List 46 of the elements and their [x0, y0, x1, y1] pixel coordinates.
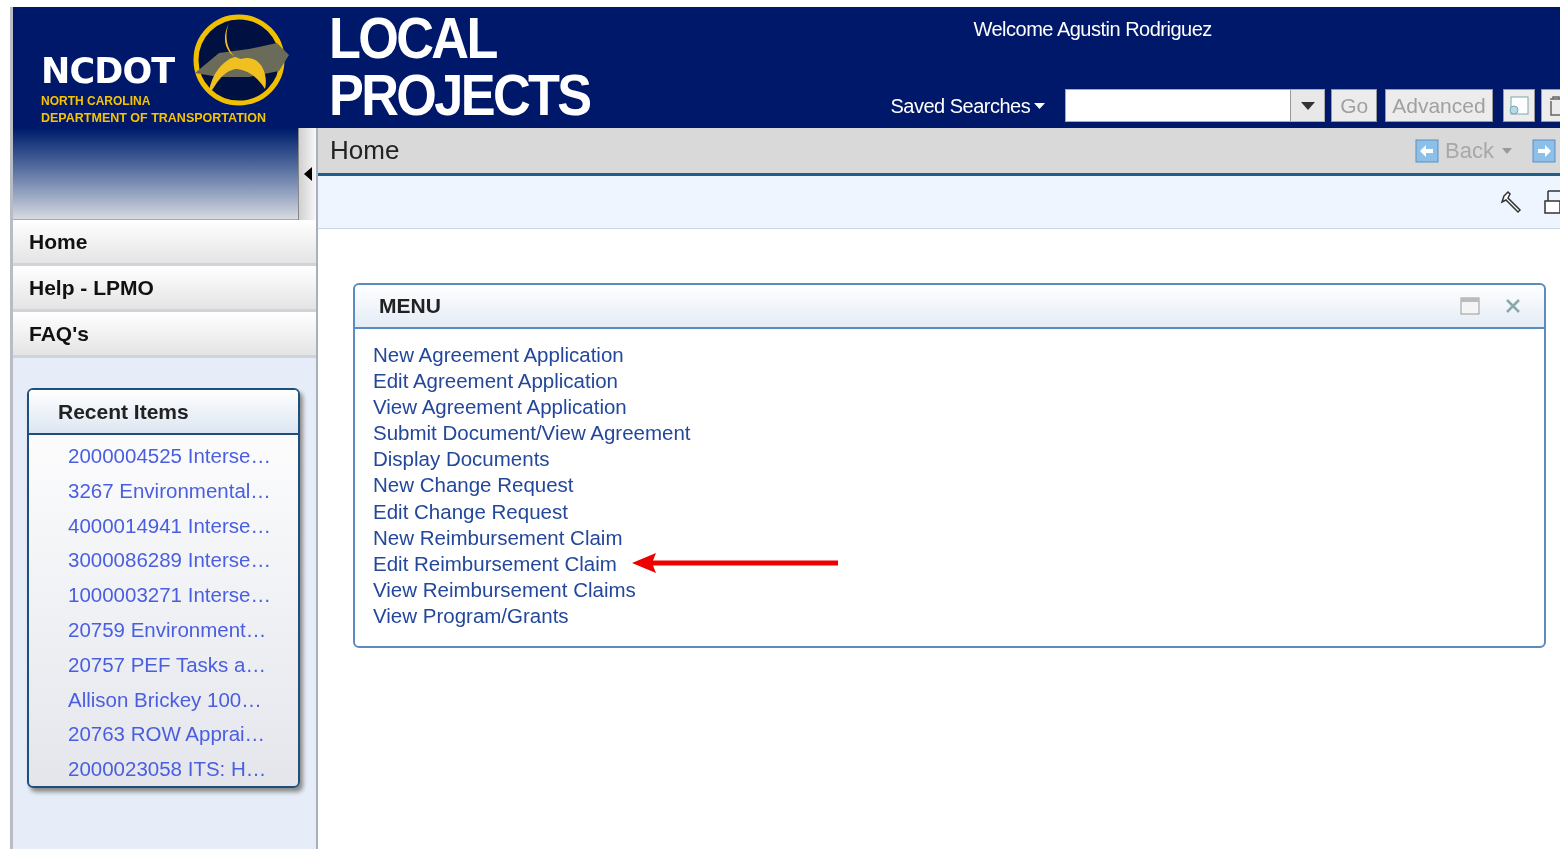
app-title: PROJECTS: [329, 67, 590, 123]
panel-title: Recent Items: [58, 398, 189, 425]
nav-item[interactable]: FAQ's: [13, 312, 316, 358]
recent-item-link[interactable]: 4000014941 Interse…: [68, 508, 271, 544]
recent-item-link[interactable]: 3267 Environmental…: [68, 473, 271, 509]
org-subtitle: NORTH CAROLINA: [41, 95, 151, 107]
menu-link[interactable]: View Agreement Application: [373, 394, 627, 421]
nav-item[interactable]: Help - LPMO: [13, 266, 316, 312]
recent-item-link[interactable]: 20763 ROW Apprai…: [68, 717, 266, 753]
org-name: NCDOT: [41, 54, 175, 89]
recent-item-link[interactable]: 2000004525 Interse…: [68, 439, 271, 474]
window-button[interactable]: [1502, 89, 1535, 122]
nav-item[interactable]: Home: [13, 220, 316, 266]
printer-icon[interactable]: [1544, 189, 1560, 215]
recent-item-link[interactable]: 20757 PEF Tasks a…: [68, 647, 266, 683]
org-subtitle: DEPARTMENT OF TRANSPORTATION: [41, 112, 266, 125]
menu-link[interactable]: Edit Agreement Application: [373, 368, 619, 395]
window-icon: [1507, 94, 1530, 117]
collapse-arrow-icon: [303, 167, 312, 181]
menu-link[interactable]: View Program/Grants: [373, 602, 569, 630]
wrench-icon[interactable]: [1500, 190, 1524, 214]
search-field[interactable]: [1065, 89, 1326, 122]
menu-link[interactable]: Edit Reimbursement Claim: [373, 550, 617, 577]
welcome-text: Welcome Agustin Rodriguez: [973, 17, 1212, 42]
menu-link[interactable]: Display Documents: [373, 446, 550, 473]
dropdown-button[interactable]: [1290, 90, 1325, 121]
recent-item-link[interactable]: 1000003271 Interse…: [68, 578, 271, 613]
app-title: LOCAL: [329, 9, 498, 67]
trash-icon: [1547, 94, 1560, 117]
recent-item-link[interactable]: 2000023058 ITS: H…: [68, 752, 267, 786]
collapse-handle[interactable]: [298, 128, 316, 220]
caret-icon: [1502, 147, 1512, 154]
menu-link[interactable]: Edit Change Request: [373, 498, 568, 525]
recent-item-link[interactable]: 3000086289 Interse…: [68, 543, 271, 579]
menu-link[interactable]: Submit Document/View Agreement: [373, 420, 691, 447]
menu-link[interactable]: New Change Request: [373, 472, 574, 499]
caret-icon: [1300, 101, 1315, 110]
caret-icon: [1034, 102, 1046, 109]
menu-link[interactable]: New Reimbursement Claim: [373, 524, 623, 551]
recent-item-link[interactable]: 20759 Environment…: [68, 613, 267, 648]
page-title: Home: [330, 134, 401, 167]
menu-link[interactable]: New Agreement Application: [373, 342, 624, 369]
panel-title: MENU: [379, 293, 442, 320]
menu-link[interactable]: View Reimbursement Claims: [373, 576, 636, 603]
saved-searches-menu[interactable]: Saved Searches: [890, 90, 1046, 121]
recent-item-link[interactable]: Allison Brickey 100…: [68, 682, 262, 718]
